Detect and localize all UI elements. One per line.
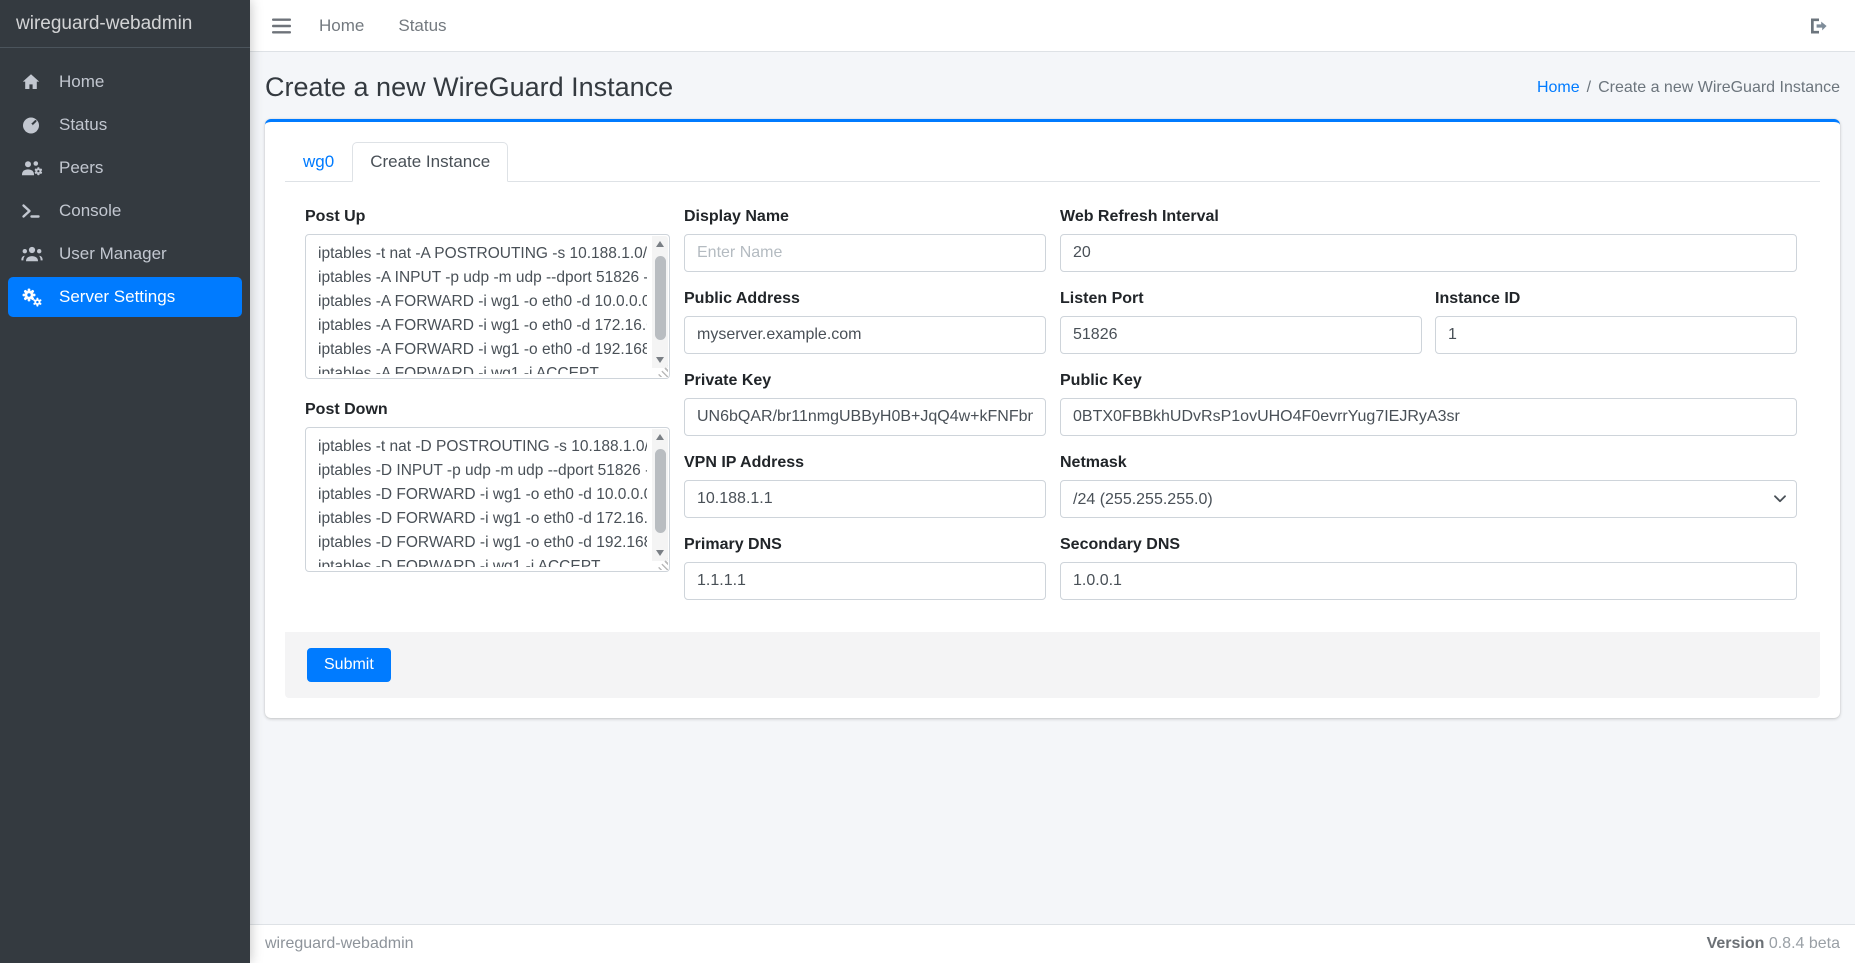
breadcrumb-current: Create a new WireGuard Instance: [1598, 79, 1840, 96]
terminal-icon: [21, 201, 47, 221]
instance-card: wg0 Create Instance Display Name Web Ref…: [265, 119, 1840, 718]
sidebar-item-label: Home: [59, 72, 104, 92]
scroll-up-icon[interactable]: [652, 430, 668, 444]
footer-app-name: wireguard-webadmin: [265, 935, 414, 953]
instance-id-label: Instance ID: [1435, 290, 1797, 308]
post-down-textarea[interactable]: iptables -t nat -D POSTROUTING -s 10.188…: [305, 427, 670, 572]
scrollbar-thumb[interactable]: [655, 449, 666, 533]
post-up-scrollbar[interactable]: [652, 236, 668, 368]
web-refresh-interval-input[interactable]: [1060, 234, 1797, 272]
logout-icon[interactable]: [1809, 17, 1829, 35]
app-window: wireguard-webadmin Home Status Peers: [0, 0, 1855, 963]
sidebar-item-label: Console: [59, 201, 121, 221]
top-navbar: Home Status: [250, 0, 1855, 52]
instance-tabs: wg0 Create Instance: [285, 142, 1820, 182]
brand-title[interactable]: wireguard-webadmin: [0, 0, 250, 48]
scroll-down-icon[interactable]: [652, 546, 668, 560]
navbar-link-status[interactable]: Status: [398, 16, 446, 36]
post-down-label: Post Down: [305, 401, 670, 419]
post-up-textarea[interactable]: iptables -t nat -A POSTROUTING -s 10.188…: [305, 234, 670, 379]
instance-id-input[interactable]: [1435, 316, 1797, 354]
breadcrumb-home-link[interactable]: Home: [1537, 79, 1580, 96]
post-up-text: iptables -t nat -A POSTROUTING -s 10.188…: [318, 242, 647, 374]
post-up-group: Post Up iptables -t nat -A POSTROUTING -…: [305, 208, 670, 379]
sidebar-item-console[interactable]: Console: [8, 191, 242, 231]
sidebar-item-status[interactable]: Status: [8, 105, 242, 145]
breadcrumb: Home / Create a new WireGuard Instance: [1537, 79, 1840, 97]
post-down-text: iptables -t nat -D POSTROUTING -s 10.188…: [318, 435, 647, 567]
secondary-dns-input[interactable]: [1060, 562, 1797, 600]
public-address-group: Public Address: [684, 290, 1046, 354]
vpn-ip-group: VPN IP Address: [684, 454, 1046, 518]
home-icon: [21, 72, 47, 92]
sidebar-item-label: User Manager: [59, 244, 167, 264]
private-key-label: Private Key: [684, 372, 1046, 390]
web-refresh-interval-group: Web Refresh Interval: [1060, 208, 1797, 272]
post-up-label: Post Up: [305, 208, 670, 226]
content: Create a new WireGuard Instance Home / Cre…: [250, 52, 1855, 924]
secondary-dns-group: Secondary DNS: [1060, 536, 1797, 600]
listen-port-input[interactable]: [1060, 316, 1422, 354]
sidebar-item-peers[interactable]: Peers: [8, 148, 242, 188]
sidebar-nav: Home Status Peers Console: [0, 48, 250, 328]
main-area: Home Status Create a new WireGuard Insta…: [250, 0, 1855, 963]
tachometer-icon: [21, 115, 47, 135]
primary-dns-input[interactable]: [684, 562, 1046, 600]
vpn-ip-input[interactable]: [684, 480, 1046, 518]
public-address-input[interactable]: [684, 316, 1046, 354]
web-refresh-interval-label: Web Refresh Interval: [1060, 208, 1797, 226]
page-title: Create a new WireGuard Instance: [265, 72, 673, 103]
cogs-icon: [21, 287, 47, 307]
scroll-down-icon[interactable]: [652, 353, 668, 367]
scroll-up-icon[interactable]: [652, 237, 668, 251]
tab-wg0[interactable]: wg0: [285, 142, 352, 182]
netmask-group: Netmask /24 (255.255.255.0): [1060, 454, 1797, 518]
page-footer: wireguard-webadmin Version 0.8.4 beta: [250, 924, 1855, 963]
netmask-select[interactable]: /24 (255.255.255.0): [1060, 480, 1797, 518]
secondary-dns-label: Secondary DNS: [1060, 536, 1797, 554]
display-name-label: Display Name: [684, 208, 1046, 226]
scrollbar-thumb[interactable]: [655, 256, 666, 340]
sidebar-item-label: Peers: [59, 158, 103, 178]
public-key-label: Public Key: [1060, 372, 1797, 390]
post-down-scrollbar[interactable]: [652, 429, 668, 561]
sidebar-item-home[interactable]: Home: [8, 62, 242, 102]
navbar-link-home[interactable]: Home: [319, 16, 364, 36]
display-name-input[interactable]: [684, 234, 1046, 272]
netmask-label: Netmask: [1060, 454, 1797, 472]
form-footer: Submit: [285, 632, 1820, 698]
footer-version-value: 0.8.4 beta: [1769, 935, 1840, 952]
breadcrumb-separator: /: [1587, 79, 1591, 96]
public-address-label: Public Address: [684, 290, 1046, 308]
footer-version: Version 0.8.4 beta: [1707, 935, 1840, 953]
post-down-group: Post Down iptables -t nat -D POSTROUTING…: [305, 401, 670, 572]
users-icon: [21, 244, 47, 264]
content-header: Create a new WireGuard Instance Home / Cre…: [250, 52, 1855, 119]
sidebar-item-label: Server Settings: [59, 287, 175, 307]
sidebar-item-label: Status: [59, 115, 107, 135]
sidebar: wireguard-webadmin Home Status Peers: [0, 0, 250, 963]
primary-dns-group: Primary DNS: [684, 536, 1046, 600]
submit-button[interactable]: Submit: [307, 648, 391, 682]
sidebar-item-user-manager[interactable]: User Manager: [8, 234, 242, 274]
public-key-input[interactable]: [1060, 398, 1797, 436]
sidebar-item-server-settings[interactable]: Server Settings: [8, 277, 242, 317]
vpn-ip-label: VPN IP Address: [684, 454, 1046, 472]
listen-port-label: Listen Port: [1060, 290, 1422, 308]
private-key-input[interactable]: [684, 398, 1046, 436]
create-instance-form: Display Name Web Refresh Interval Post: [285, 182, 1820, 618]
display-name-group: Display Name: [684, 208, 1046, 272]
primary-dns-label: Primary DNS: [684, 536, 1046, 554]
public-key-group: Public Key: [1060, 372, 1797, 436]
post-scripts-column: Post Up iptables -t nat -A POSTROUTING -…: [305, 208, 670, 618]
port-instance-group: Listen Port Instance ID: [1060, 290, 1797, 354]
sidebar-toggle-icon[interactable]: [272, 18, 291, 34]
footer-version-label: Version: [1707, 935, 1765, 952]
tab-create-instance[interactable]: Create Instance: [352, 142, 508, 182]
private-key-group: Private Key: [684, 372, 1046, 436]
users-gear-icon: [21, 158, 47, 178]
instance-id-group: Instance ID: [1435, 290, 1797, 354]
listen-port-group: Listen Port: [1060, 290, 1422, 354]
